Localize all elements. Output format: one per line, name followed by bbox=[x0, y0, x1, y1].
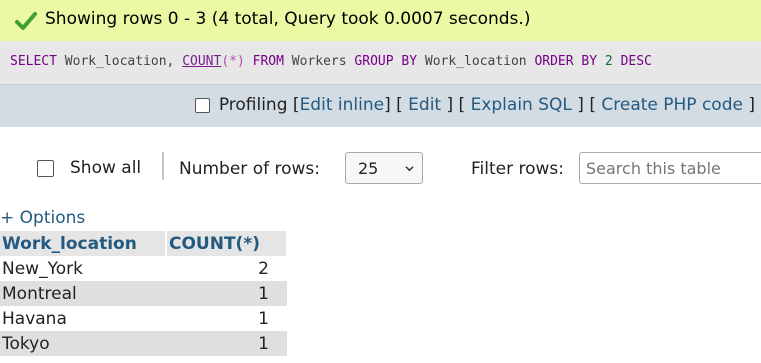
sql-keyword: FROM bbox=[252, 54, 284, 69]
cell-count: 1 bbox=[166, 281, 287, 306]
cell-count: 1 bbox=[166, 306, 287, 331]
cell-work-location: Montreal bbox=[0, 281, 166, 306]
number-of-rows-select[interactable]: 25 bbox=[345, 152, 423, 184]
sql-number: 2 bbox=[604, 54, 613, 69]
sql-keyword: ORDER BY bbox=[534, 54, 598, 69]
query-tools-bar: Profiling [Edit inline] [ Edit ] [ Expla… bbox=[0, 84, 761, 127]
sql-keyword: GROUP BY bbox=[354, 54, 418, 69]
edit-link[interactable]: Edit bbox=[408, 95, 441, 115]
check-icon bbox=[15, 12, 37, 30]
sql-lparen: ( bbox=[221, 54, 230, 69]
bracket: ] bbox=[446, 95, 454, 115]
table-row[interactable]: New_York 2 bbox=[0, 256, 287, 281]
divider bbox=[162, 152, 164, 180]
sql-comma: , bbox=[166, 54, 175, 69]
column-header-count[interactable]: COUNT(*) bbox=[166, 231, 288, 256]
table-header-row: Work_location COUNT(*) bbox=[0, 231, 288, 256]
cell-work-location: Havana bbox=[0, 306, 166, 331]
bracket: ] bbox=[748, 95, 755, 115]
cell-work-location: Tokyo bbox=[0, 331, 166, 356]
create-php-code-link[interactable]: Create PHP code bbox=[601, 95, 743, 115]
cell-count: 1 bbox=[166, 331, 287, 356]
column-header-work-location[interactable]: Work_location bbox=[0, 231, 167, 256]
results-navigation: Show all Number of rows: 25 Filter rows: bbox=[0, 150, 761, 186]
table-row[interactable]: Montreal 1 bbox=[0, 281, 287, 306]
bracket: [ bbox=[589, 95, 596, 115]
filter-rows-label: Filter rows: bbox=[471, 159, 565, 179]
show-all-checkbox[interactable] bbox=[37, 159, 54, 177]
cell-work-location: New_York bbox=[0, 256, 166, 281]
bracket: [ bbox=[396, 95, 403, 115]
bracket: ] bbox=[577, 95, 584, 115]
number-of-rows-value: 25 bbox=[358, 159, 379, 178]
bracket: [ bbox=[292, 95, 300, 115]
sql-table: Workers bbox=[291, 54, 347, 69]
number-of-rows-label: Number of rows: bbox=[179, 159, 320, 179]
options-link[interactable]: + Options bbox=[0, 208, 85, 228]
bracket: ] bbox=[384, 95, 391, 115]
chevron-down-icon bbox=[405, 166, 414, 172]
explain-sql-link[interactable]: Explain SQL bbox=[471, 95, 572, 115]
table-row[interactable]: Tokyo 1 bbox=[0, 331, 287, 356]
edit-inline-link[interactable]: Edit inline bbox=[300, 95, 385, 115]
filter-rows-input[interactable] bbox=[579, 152, 761, 184]
results-table: Work_location COUNT(*) New_York 2 Montre… bbox=[0, 231, 288, 356]
table-row[interactable]: Havana 1 bbox=[0, 306, 287, 331]
sql-keyword: SELECT bbox=[10, 54, 57, 69]
profiling-label[interactable]: Profiling bbox=[219, 95, 288, 115]
sql-column: Work_location bbox=[64, 54, 167, 69]
success-message-bar: Showing rows 0 - 3 (4 total, Query took … bbox=[0, 0, 761, 41]
show-all-label[interactable]: Show all bbox=[70, 158, 141, 178]
cell-count: 2 bbox=[166, 256, 287, 281]
sql-query-bar: SELECT Work_location, COUNT(*) FROM Work… bbox=[0, 41, 761, 84]
sql-rparen: ) bbox=[237, 54, 245, 69]
sql-keyword: DESC bbox=[620, 54, 652, 69]
success-message: Showing rows 0 - 3 (4 total, Query took … bbox=[45, 9, 531, 29]
profiling-checkbox[interactable] bbox=[194, 97, 210, 113]
sql-star: * bbox=[229, 54, 237, 69]
sql-query: SELECT Work_location, COUNT(*) FROM Work… bbox=[10, 54, 652, 69]
bracket: [ bbox=[458, 95, 466, 115]
query-tools: Profiling [Edit inline] [ Edit ] [ Expla… bbox=[194, 95, 755, 115]
show-all-toggle[interactable]: Show all bbox=[37, 158, 141, 178]
sql-column: Work_location bbox=[424, 54, 527, 69]
sql-function[interactable]: COUNT bbox=[182, 54, 221, 69]
